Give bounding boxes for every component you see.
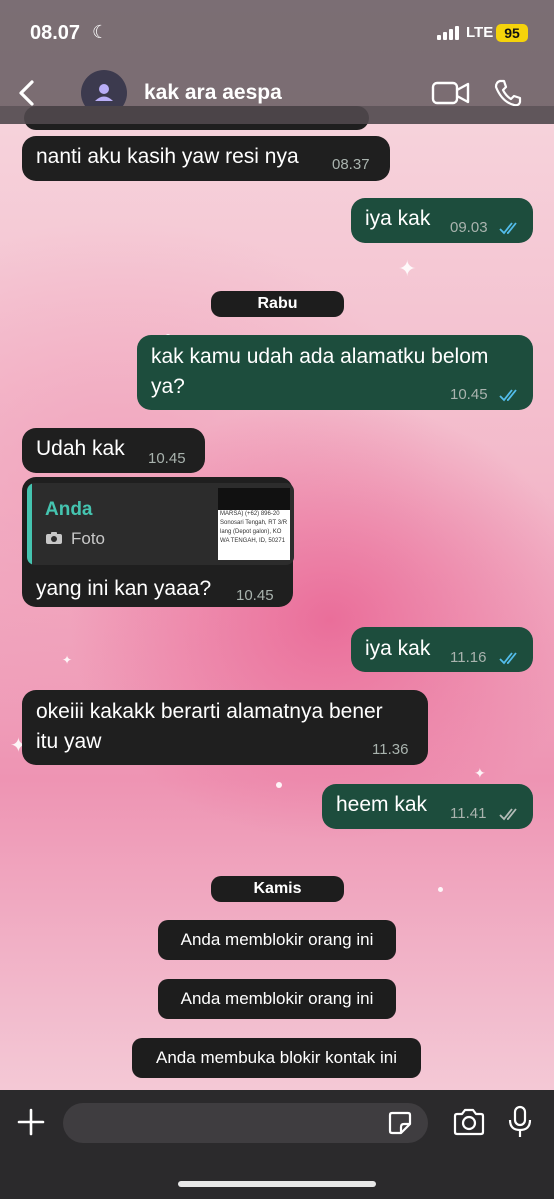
date-separator: Kamis — [211, 876, 344, 902]
message-text: iya kak — [365, 637, 431, 660]
message-time: 09.03 — [450, 219, 488, 236]
sparkle-decoration: ✦ — [398, 256, 417, 281]
message-bubble-outgoing[interactable]: iya kak 09.03 — [351, 198, 533, 243]
message-bubble-incoming[interactable]: Udah kak 10.45 — [22, 428, 205, 473]
battery-icon: 95 — [496, 24, 528, 42]
message-text-line-2: itu yaw — [36, 730, 102, 753]
header-overlay — [0, 106, 554, 124]
quote-accent-bar — [27, 483, 32, 565]
date-separator: Rabu — [211, 291, 344, 317]
message-time: 11.36 — [372, 741, 409, 758]
message-time: 11.16 — [450, 649, 487, 666]
read-ticks-icon — [499, 389, 517, 402]
message-text: iya kak — [365, 207, 431, 230]
sticker-icon[interactable] — [387, 1110, 413, 1136]
microphone-icon[interactable] — [507, 1105, 533, 1139]
message-time: 10.45 — [450, 386, 488, 403]
phone-icon[interactable] — [493, 78, 523, 108]
message-time: 10.45 — [236, 587, 274, 604]
video-call-icon[interactable] — [431, 78, 471, 108]
message-text: nanti aku kasih yaw resi nya — [36, 145, 299, 168]
message-bubble-incoming[interactable]: okeiii kakakk berarti alamatnya bener it… — [22, 690, 428, 765]
message-time: 10.45 — [148, 450, 186, 467]
message-input[interactable] — [63, 1103, 428, 1143]
message-text-line-1: okeiii kakakk berarti alamatnya bener — [36, 700, 383, 723]
contact-name[interactable]: kak ara aespa — [144, 81, 282, 105]
delivered-ticks-icon — [499, 808, 517, 821]
message-bubble-incoming[interactable]: nanti aku kasih yaw resi nya 08.37 — [22, 136, 390, 181]
moon-icon: ☾ — [92, 22, 109, 42]
quote-author: Anda — [45, 499, 93, 520]
message-text-line-2: ya? — [151, 375, 185, 398]
message-text-line-1: kak kamu udah ada alamatku belom — [151, 345, 489, 368]
back-chevron-icon[interactable] — [14, 76, 42, 110]
plus-icon[interactable] — [16, 1107, 46, 1137]
signal-icon — [437, 26, 459, 40]
network-label: LTE — [466, 24, 494, 41]
read-ticks-icon — [499, 222, 517, 235]
message-text: Udah kak — [36, 437, 125, 460]
read-ticks-icon — [499, 652, 517, 665]
quoted-message[interactable]: Anda Foto MARSA) (+62) 896-20 Sonosari T… — [27, 483, 294, 565]
system-message: Anda memblokir orang ini — [158, 979, 396, 1019]
message-bubble-outgoing[interactable]: kak kamu udah ada alamatku belom ya? 10.… — [137, 335, 533, 410]
system-message: Anda memblokir orang ini — [158, 920, 396, 960]
message-text: yang ini kan yaaa? — [36, 577, 212, 600]
home-indicator — [178, 1181, 376, 1187]
camera-icon[interactable] — [452, 1108, 486, 1136]
message-bubble-outgoing[interactable]: heem kak 11.41 — [322, 784, 533, 829]
message-text: heem kak — [336, 793, 428, 816]
camera-icon — [46, 532, 62, 544]
thumb-text: WA TENGAH, ID, 50271 — [220, 538, 286, 544]
message-time: 08.37 — [332, 156, 370, 173]
message-bubble-outgoing[interactable]: iya kak 11.16 — [351, 627, 533, 672]
thumb-text: MARSA) (+62) 896-20 — [220, 511, 280, 517]
thumb-text: lang (Depot galon), KO — [220, 529, 282, 535]
message-time: 11.41 — [450, 805, 487, 822]
quote-photo-thumbnail: MARSA) (+62) 896-20 Sonosari Tengah, RT … — [218, 488, 290, 560]
sparkle-decoration: ✦ — [62, 653, 73, 667]
sparkle-dot — [276, 782, 282, 788]
sparkle-decoration: ✦ — [474, 765, 486, 781]
system-message: Anda membuka blokir kontak ini — [132, 1038, 421, 1078]
quote-type: Foto — [71, 529, 106, 548]
thumb-text: Sonosari Tengah, RT 3/R — [220, 520, 288, 526]
status-time: 08.07 — [30, 22, 81, 44]
sparkle-dot — [438, 887, 443, 892]
